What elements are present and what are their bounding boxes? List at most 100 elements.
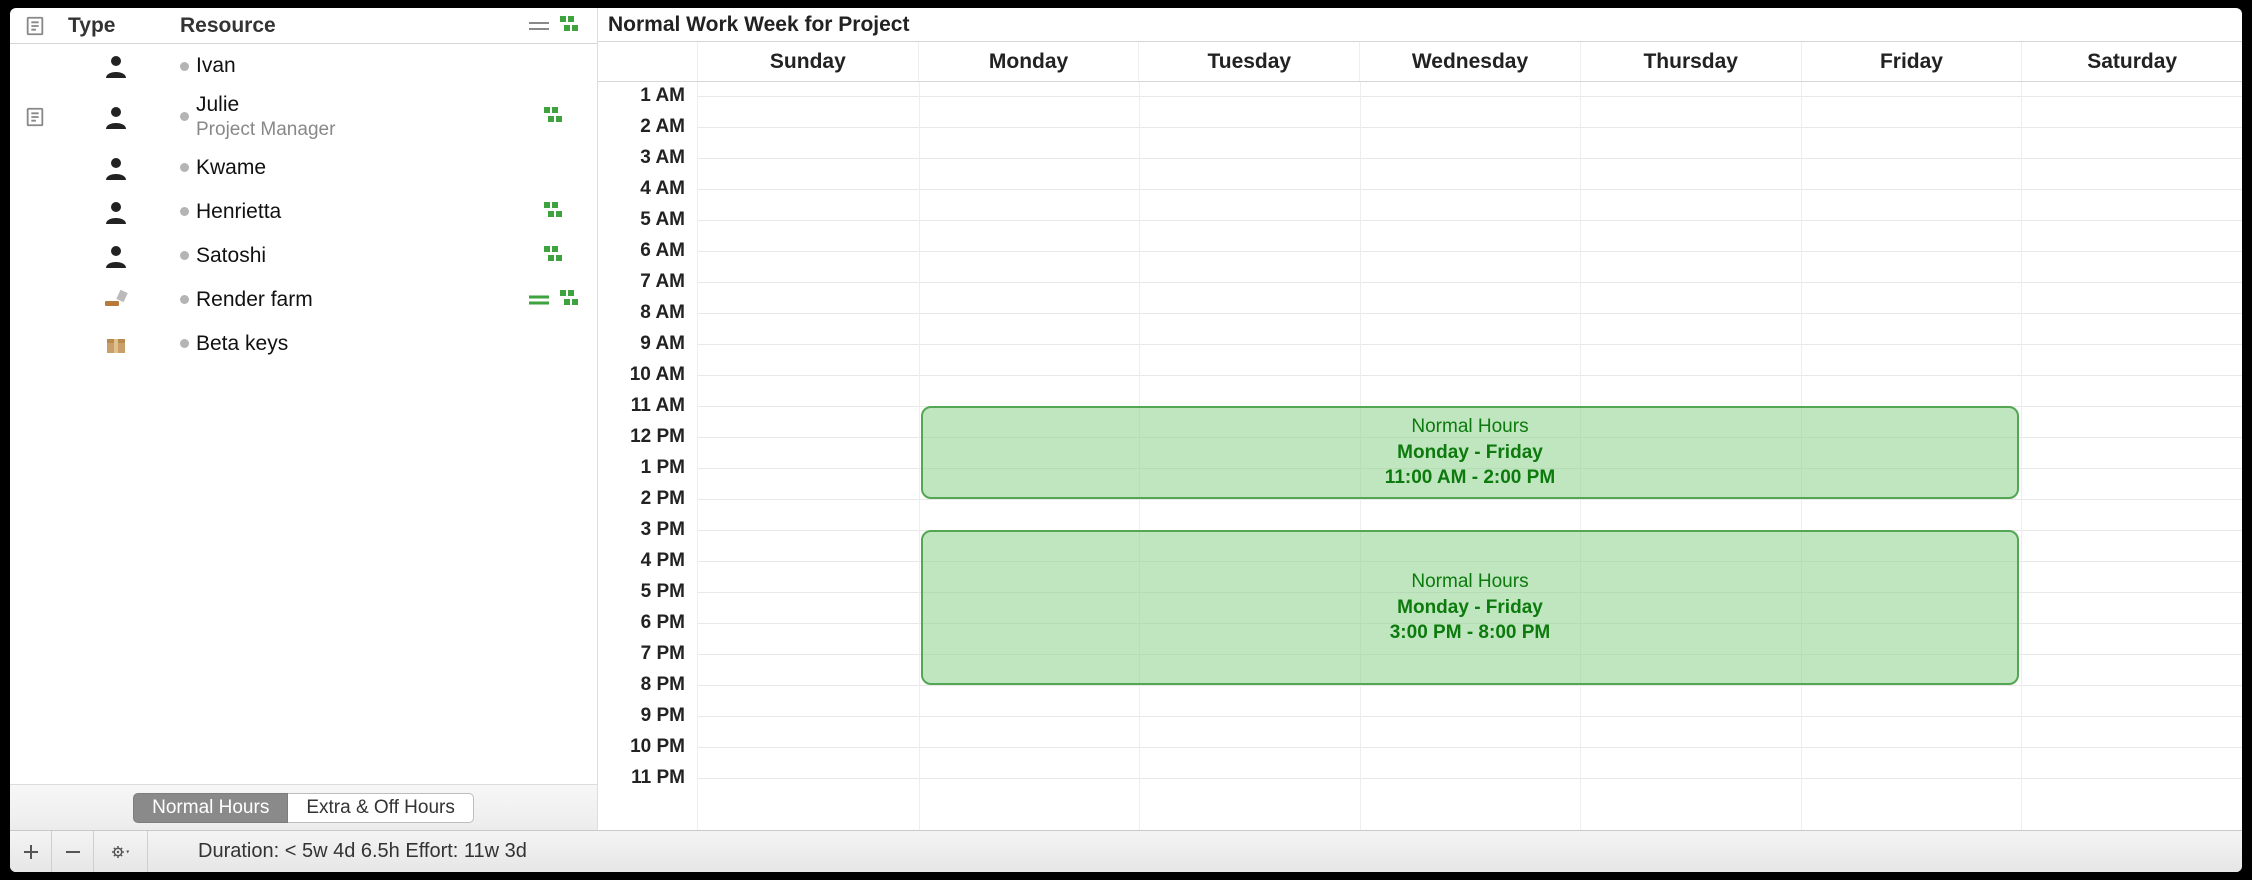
name-cell: Ivan (196, 53, 513, 78)
schedule-icon (560, 16, 582, 36)
work-hours-block[interactable]: Normal HoursMonday - Friday3:00 PM - 8:0… (921, 530, 2020, 685)
work-hours-block[interactable]: Normal HoursMonday - Friday11:00 AM - 2:… (921, 406, 2020, 499)
hour-gridline (698, 96, 2242, 97)
name-cell: Kwame (196, 155, 513, 180)
badge-cell (513, 107, 597, 127)
hour-label: 10 AM (630, 364, 685, 386)
resource-row[interactable]: Ivan (10, 44, 597, 88)
note-icon (24, 15, 46, 37)
event-label: Normal Hours (1411, 414, 1528, 440)
day-header: Saturday (2022, 42, 2242, 81)
resource-row[interactable]: Render farm (10, 278, 597, 322)
resource-name: Satoshi (196, 243, 505, 268)
hour-label: 10 PM (630, 736, 685, 758)
hour-label: 5 AM (640, 209, 685, 231)
day-header: Friday (1802, 42, 2023, 81)
calendar-pane: Normal Work Week for Project SundayMonda… (598, 8, 2242, 830)
type-cell (60, 243, 172, 269)
resource-name: Ivan (196, 53, 505, 78)
hour-label: 8 PM (641, 674, 685, 696)
hour-gridline (698, 685, 2242, 686)
hour-gridline (698, 251, 2242, 252)
sidebar-header: Type Resource (10, 8, 597, 44)
resource-name: Beta keys (196, 331, 505, 356)
hour-gridline (698, 189, 2242, 190)
hour-label: 3 AM (640, 147, 685, 169)
hour-label: 7 AM (640, 271, 685, 293)
hour-label: 7 PM (641, 643, 685, 665)
resource-row[interactable]: JulieProject Manager (10, 88, 597, 146)
badge-cell (513, 290, 597, 310)
resource-name: Render farm (196, 287, 505, 312)
hour-label: 2 AM (640, 116, 685, 138)
name-cell: Henrietta (196, 199, 513, 224)
person-icon (103, 104, 129, 130)
status-text: Duration: < 5w 4d 6.5h Effort: 11w 3d (148, 840, 527, 863)
calendar-title: Normal Work Week for Project (598, 8, 2242, 42)
column-header-note[interactable] (10, 8, 60, 43)
gear-menu-button[interactable] (94, 831, 148, 873)
grid-body[interactable]: Normal HoursMonday - Friday11:00 AM - 2:… (698, 82, 2242, 830)
calendar-grid[interactable]: 1 AM2 AM3 AM4 AM5 AM6 AM7 AM8 AM9 AM10 A… (598, 82, 2242, 830)
add-button[interactable] (10, 831, 52, 873)
hour-gridline (698, 375, 2242, 376)
resource-row[interactable]: Beta keys (10, 322, 597, 366)
hour-label: 6 AM (640, 240, 685, 262)
person-icon (103, 243, 129, 269)
hour-gridline (698, 716, 2242, 717)
schedule-icon (544, 107, 566, 127)
status-dot (172, 163, 196, 172)
resource-row[interactable]: Henrietta (10, 190, 597, 234)
schedule-icon (560, 290, 582, 310)
resource-name: Julie (196, 92, 505, 117)
resource-row[interactable]: Kwame (10, 146, 597, 190)
type-cell (60, 53, 172, 79)
name-cell: Beta keys (196, 331, 513, 356)
hour-label: 4 PM (641, 550, 685, 572)
hour-gridline (698, 747, 2242, 748)
tab-extra-off-hours[interactable]: Extra & Off Hours (288, 793, 474, 823)
hour-label: 1 AM (640, 85, 685, 107)
remove-button[interactable] (52, 831, 94, 873)
resource-list[interactable]: Ivan JulieProject Manager Kwame Henrietta Sa… (10, 44, 597, 784)
status-dot (172, 62, 196, 71)
resource-row[interactable]: Satoshi (10, 234, 597, 278)
day-gridline (2021, 82, 2022, 830)
footer-toolbar: Duration: < 5w 4d 6.5h Effort: 11w 3d (10, 830, 2242, 872)
event-day-range: Monday - Friday (1397, 440, 1543, 466)
hour-label: 12 PM (630, 426, 685, 448)
tab-normal-hours[interactable]: Normal Hours (133, 793, 288, 823)
status-dot (172, 251, 196, 260)
resource-name: Henrietta (196, 199, 505, 224)
badge-cell (513, 202, 597, 222)
column-header-resource[interactable]: Resource (172, 8, 513, 43)
hour-gridline (698, 313, 2242, 314)
status-dot (172, 112, 196, 121)
calendar-day-header: SundayMondayTuesdayWednesdayThursdayFrid… (598, 42, 2242, 82)
bars-icon (528, 19, 550, 33)
hour-gridline (698, 499, 2242, 500)
day-header: Monday (919, 42, 1140, 81)
bars-icon (528, 293, 550, 307)
time-gutter-header (598, 42, 698, 81)
column-header-badges (513, 8, 597, 43)
column-header-type[interactable]: Type (60, 8, 172, 43)
event-time-range: 3:00 PM - 8:00 PM (1390, 620, 1551, 646)
hour-label: 11 PM (631, 767, 685, 789)
resource-name: Kwame (196, 155, 505, 180)
person-icon (103, 155, 129, 181)
hour-label: 11 AM (631, 395, 685, 417)
hour-gridline (698, 778, 2242, 779)
type-cell (60, 331, 172, 357)
day-header: Tuesday (1139, 42, 1360, 81)
hour-label: 5 PM (641, 581, 685, 603)
hour-gridline (698, 220, 2242, 221)
day-header: Sunday (698, 42, 919, 81)
tool-icon (103, 287, 129, 313)
hour-label: 6 PM (641, 612, 685, 634)
window: Type Resource (10, 8, 2242, 872)
hour-label: 4 AM (640, 178, 685, 200)
day-header: Wednesday (1360, 42, 1581, 81)
badge-cell (513, 246, 597, 266)
hour-label: 8 AM (640, 302, 685, 324)
